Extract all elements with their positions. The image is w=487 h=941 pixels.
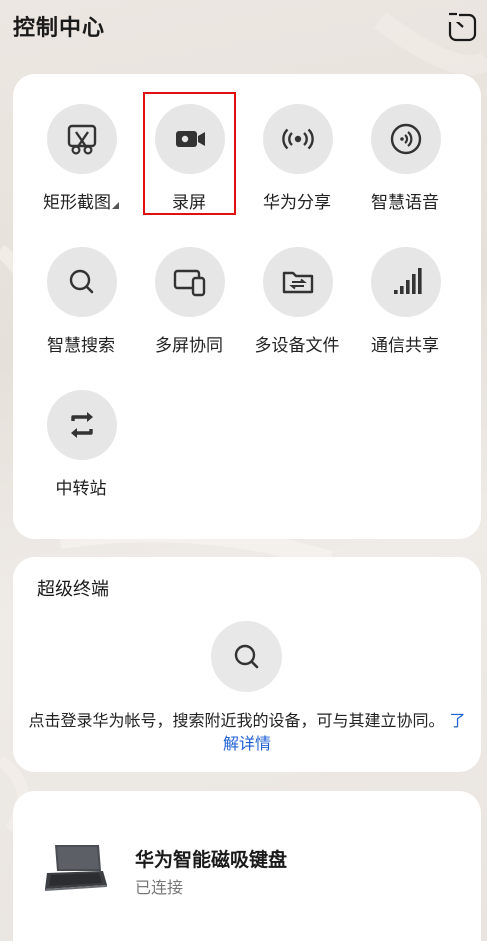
shortcut-label: 中转站 <box>55 479 107 499</box>
shortcut-multi-device-files[interactable]: 多设备文件 <box>243 217 351 356</box>
shortcut-circle <box>263 247 333 317</box>
rect-screenshot-icon <box>67 124 97 155</box>
shortcut-label: 多屏协同 <box>155 336 223 356</box>
shortcut-circle <box>155 104 225 174</box>
signal-bars-icon <box>394 268 422 294</box>
shortcut-label: 智慧搜索 <box>47 336 115 356</box>
super-device-description-wrap: 点击登录华为帐号，搜索附近我的设备，可与其建立协同。 了解详情 <box>27 709 467 755</box>
expand-corner-icon <box>112 202 119 209</box>
share-signal-icon <box>282 128 314 150</box>
video-camera-icon <box>176 131 205 147</box>
shortcut-smart-voice[interactable]: 智慧语音 <box>351 74 459 213</box>
shortcut-label: 智慧语音 <box>371 193 439 213</box>
edit-button[interactable] <box>446 10 480 44</box>
shortcut-circle <box>47 104 117 174</box>
shortcut-label: 录屏 <box>172 193 206 213</box>
super-device-search-button[interactable] <box>211 621 282 692</box>
search-icon <box>234 644 258 668</box>
shortcut-label-wrap: 矩形截图 <box>27 188 135 213</box>
folder-transfer-icon <box>282 271 314 294</box>
connected-device-panel[interactable]: 华为智能磁吸键盘 已连接 <box>13 791 481 941</box>
shortcuts-panel: 矩形截图 录屏 华为分享 智慧语音 智慧搜索 多屏协同 多设备文件 通信共享 中… <box>13 74 481 539</box>
shortcut-circle <box>47 247 117 317</box>
super-device-panel: 超级终端 点击登录华为帐号，搜索附近我的设备，可与其建立协同。 了解详情 <box>13 557 481 772</box>
voice-wave-icon <box>390 123 422 155</box>
shortcut-circle <box>155 247 225 317</box>
shortcut-label: 多设备文件 <box>254 336 340 356</box>
transfer-loop-icon <box>71 412 93 438</box>
shortcut-comm-share[interactable]: 通信共享 <box>351 217 459 356</box>
device-name: 华为智能磁吸键盘 <box>135 849 288 871</box>
shortcut-multi-screen[interactable]: 多屏协同 <box>135 217 243 356</box>
shortcut-huawei-share[interactable]: 华为分享 <box>243 74 351 213</box>
super-device-title: 超级终端 <box>37 579 109 600</box>
search-icon <box>69 269 94 294</box>
shortcut-circle <box>371 247 441 317</box>
shortcut-circle <box>263 104 333 174</box>
shortcut-label: 矩形截图 <box>43 193 111 213</box>
shortcut-transfer-station[interactable]: 中转站 <box>27 360 135 499</box>
shortcut-circle <box>47 390 117 460</box>
keyboard-device-image <box>45 845 107 891</box>
super-device-description: 点击登录华为帐号，搜索附近我的设备，可与其建立协同。 <box>28 711 445 730</box>
multi-screen-icon <box>173 269 206 297</box>
shortcut-rect-screenshot[interactable]: 矩形截图 <box>27 74 135 213</box>
shortcut-screen-record[interactable]: 录屏 <box>135 74 243 213</box>
device-status: 已连接 <box>135 878 184 897</box>
header: 控制中心 <box>0 0 487 60</box>
edit-icon <box>448 12 477 42</box>
page-title: 控制中心 <box>13 16 106 41</box>
shortcut-label: 通信共享 <box>371 336 439 356</box>
shortcut-label: 华为分享 <box>263 193 331 213</box>
shortcut-smart-search[interactable]: 智慧搜索 <box>27 217 135 356</box>
shortcut-circle <box>371 104 441 174</box>
